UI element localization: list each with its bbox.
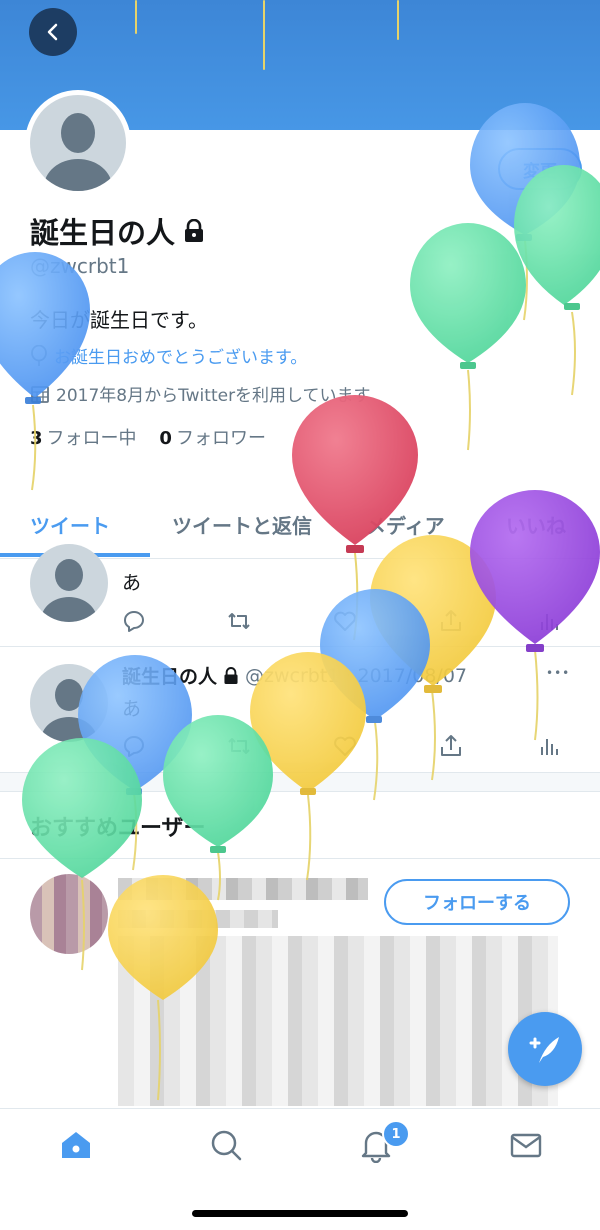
tweet-avatar[interactable] — [30, 544, 108, 622]
retweet-icon[interactable] — [226, 608, 252, 634]
recommended-divider — [0, 858, 600, 859]
home-indicator — [192, 1210, 408, 1217]
pixelated-user-name — [118, 878, 368, 900]
recommended-user-avatar[interactable] — [30, 874, 108, 954]
section-separator — [0, 772, 600, 792]
tweet-author[interactable]: 誕生日の人 — [122, 662, 217, 689]
edit-profile-button[interactable]: 変更 — [498, 148, 582, 190]
pixelated-user-handle — [118, 910, 278, 928]
profile-name: 誕生日の人 — [30, 210, 205, 252]
home-icon[interactable] — [58, 1127, 94, 1163]
retweet-icon[interactable] — [226, 733, 252, 759]
share-icon[interactable] — [438, 733, 464, 759]
recommended-title: おすすめユーザー — [30, 816, 206, 841]
balloon-icon — [31, 344, 47, 366]
notification-badge: 1 — [382, 1120, 410, 1148]
tweet-text: あ — [122, 572, 142, 594]
birthday-message[interactable]: お誕生日おめでとうございます。 — [54, 343, 307, 368]
balloon-icon — [163, 715, 273, 901]
default-avatar-icon — [41, 679, 97, 742]
profile-bio: 今日が誕生日です。 — [30, 308, 208, 332]
joined-date: 2017年8月からTwitterを利用しています — [56, 386, 371, 406]
more-icon[interactable]: ••• — [546, 666, 570, 680]
tweet-handle-date: @zwcrbt1 · 2017/08/07 — [245, 664, 468, 687]
feather-plus-icon — [529, 1037, 559, 1063]
lock-icon — [224, 666, 238, 684]
follow-stats: 3 フォロー中 0 フォロワー — [30, 424, 266, 450]
chevron-left-icon — [47, 23, 58, 41]
lock-icon — [185, 219, 204, 242]
messages-icon[interactable] — [508, 1127, 544, 1163]
balloon-icon — [0, 252, 90, 491]
analytics-icon[interactable] — [536, 733, 562, 759]
profile-name-text: 誕生日の人 — [30, 216, 176, 250]
share-icon[interactable] — [438, 608, 464, 634]
tab-likes[interactable]: いいね — [506, 510, 566, 539]
followers-stat[interactable]: 0 フォロワー — [159, 428, 266, 449]
balloon-icon — [410, 223, 526, 451]
reply-icon[interactable] — [121, 733, 147, 759]
balloon-icon — [370, 535, 496, 781]
like-icon[interactable] — [332, 608, 358, 634]
tweet-divider — [0, 646, 600, 647]
joined-row: 2017年8月からTwitterを利用しています — [30, 381, 371, 406]
pixelated-user-bio — [118, 936, 558, 1106]
analytics-icon[interactable] — [536, 608, 562, 634]
default-avatar-icon — [41, 559, 97, 622]
search-icon[interactable] — [208, 1127, 244, 1163]
tweet-text: あ — [122, 698, 142, 720]
tweet-header: 誕生日の人 @zwcrbt1 · 2017/08/07 — [122, 662, 467, 689]
tweet-avatar[interactable] — [30, 664, 108, 742]
balloon-icon — [514, 165, 600, 396]
birthday-row: お誕生日おめでとうございます。 — [30, 343, 307, 368]
balloon-icon — [470, 103, 580, 321]
calendar-icon — [31, 385, 49, 403]
tab-tweets[interactable]: ツイート — [30, 510, 110, 539]
compose-tweet-button[interactable] — [508, 1012, 582, 1086]
tab-media[interactable]: メディア — [366, 510, 445, 539]
tab-tweets-replies[interactable]: ツイートと返信 — [172, 510, 312, 539]
following-stat[interactable]: 3 フォロー中 — [30, 428, 137, 449]
reply-icon[interactable] — [121, 608, 147, 634]
follow-button[interactable]: フォローする — [384, 879, 570, 925]
like-icon[interactable] — [332, 733, 358, 759]
profile-handle: @zwcrbt1 — [30, 254, 130, 278]
default-avatar-icon — [30, 95, 126, 191]
profile-avatar[interactable] — [25, 90, 131, 196]
back-button[interactable] — [29, 8, 77, 56]
